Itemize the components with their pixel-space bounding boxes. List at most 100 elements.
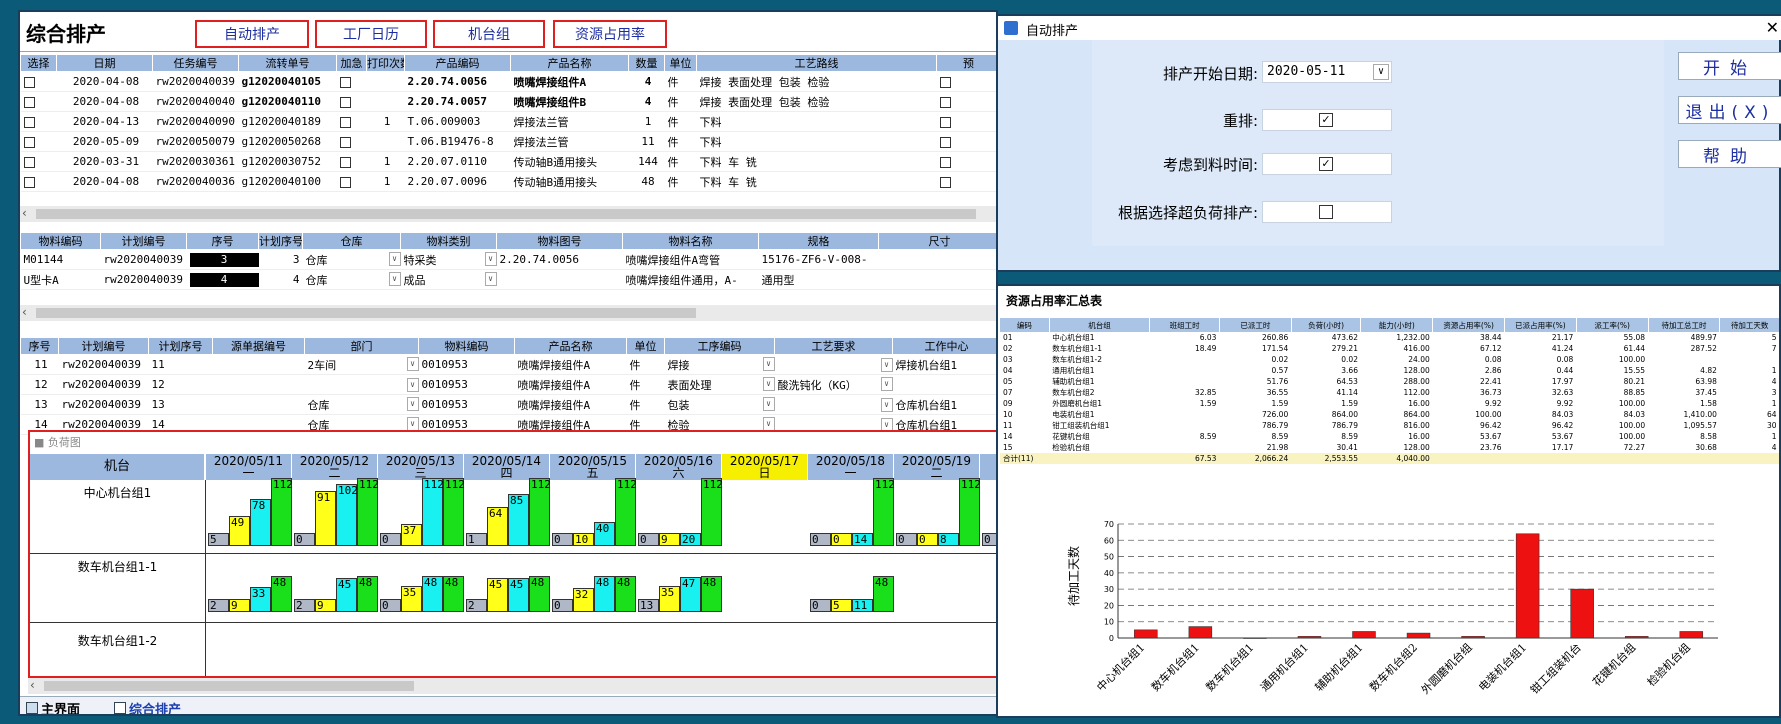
column-header[interactable]: 单位 (626, 337, 665, 355)
load-bar[interactable]: 64 (487, 507, 508, 546)
chart-bar[interactable] (1624, 636, 1649, 639)
urgent-checkbox[interactable] (339, 156, 351, 168)
warehouse-cell[interactable]: 仓库 ∨ (302, 269, 401, 290)
arrival-time-checkbox[interactable]: ✓ (1319, 157, 1333, 171)
table-row[interactable]: 04 通用机台组1 0.57 3.66 128.00 2.86 0.44 15.55 4.82 1 (1000, 365, 1779, 376)
row-checkbox[interactable] (939, 116, 951, 128)
extra-cell[interactable] (936, 171, 996, 192)
load-bar[interactable]: 48 (615, 576, 636, 612)
table-row[interactable]: 01 中心机台组1 6.03 260.86 473.62 1,232.00 38.44 21.… (1000, 332, 1779, 343)
table-row[interactable]: 03 数车机台组1-2 0.02 0.02 24.00 0.08 0.08 100.00 (1000, 354, 1779, 365)
start-button[interactable]: 开始 (1678, 52, 1781, 80)
load-bar[interactable]: 13 (638, 599, 659, 612)
chevron-down-icon[interactable]: ∨ (1373, 64, 1389, 80)
chevron-down-icon[interactable]: ∨ (406, 396, 419, 411)
category-cell[interactable]: 特采类 ∨ (400, 249, 497, 270)
column-header[interactable]: 产品编码 (404, 54, 511, 72)
column-header[interactable]: 流转单号 (238, 54, 337, 72)
row-checkbox[interactable] (939, 136, 951, 148)
select-cell[interactable] (20, 111, 57, 132)
tab-main[interactable]: 主界面 (26, 699, 80, 714)
column-header[interactable]: 源单据编号 (212, 337, 305, 355)
column-header[interactable]: 物料名称 (622, 232, 759, 250)
chart-bar[interactable] (1679, 631, 1704, 639)
chart-bar[interactable] (1134, 629, 1158, 639)
column-header[interactable]: 计划编号 (100, 232, 187, 250)
exit-button[interactable]: 退出(X) (1678, 96, 1781, 124)
start-date-field[interactable]: 2020-05-11 ∨ (1262, 61, 1392, 83)
sequence-cell[interactable]: 3 (186, 249, 259, 270)
load-bar[interactable]: 45 (336, 578, 357, 612)
load-bar[interactable]: 35 (401, 586, 422, 612)
auto-schedule-button[interactable]: 自动排产 (195, 20, 309, 48)
column-header[interactable]: 待加工天数 (1719, 318, 1779, 332)
column-header[interactable]: 计划编号 (58, 337, 149, 355)
overload-checkbox-field[interactable] (1262, 201, 1392, 223)
load-bar[interactable]: 48 (594, 576, 615, 612)
column-header[interactable]: 编码 (1000, 318, 1050, 332)
load-bar[interactable]: 40 (594, 522, 615, 546)
machine-group-button[interactable]: 机台组 (433, 20, 545, 48)
date-column-header[interactable]: 2020/05/16 六 (636, 454, 722, 480)
load-bar[interactable]: 2 (208, 599, 229, 612)
process-code-cell[interactable]: 表面处理 ∨ (664, 374, 775, 395)
load-bar[interactable]: 49 (229, 516, 250, 546)
extra-cell[interactable] (936, 91, 996, 112)
column-header[interactable]: 机台组 (1049, 318, 1151, 332)
column-header[interactable]: 已派工时 (1219, 318, 1292, 332)
column-header[interactable]: 派工率(%) (1576, 318, 1649, 332)
load-bar[interactable]: 112 (529, 478, 551, 546)
load-bar[interactable]: 45 (487, 578, 508, 612)
urgent-checkbox[interactable] (339, 76, 351, 88)
department-cell[interactable]: ∨ (304, 374, 419, 395)
extra-cell[interactable] (936, 71, 996, 92)
column-header[interactable]: 物料编码 (20, 232, 101, 250)
category-cell[interactable]: 成品 ∨ (400, 269, 497, 290)
load-bar[interactable]: 0 (810, 599, 831, 612)
load-bar[interactable]: 0 (380, 533, 401, 546)
warehouse-cell[interactable]: 仓库 ∨ (302, 249, 401, 270)
chevron-down-icon[interactable]: ∨ (388, 251, 401, 266)
process-requirement-cell[interactable]: 酸洗钝化（KG） ∨ (774, 374, 893, 395)
chevron-down-icon[interactable]: ∨ (762, 376, 775, 391)
date-column-header[interactable]: 2020/05/19 二 (894, 454, 980, 480)
table-row[interactable]: 05 辅助机台组1 51.76 64.53 288.00 22.41 17.97 80.21 6… (1000, 376, 1779, 387)
chevron-down-icon[interactable]: ∨ (406, 377, 419, 392)
select-cell[interactable] (20, 71, 57, 92)
chart-bar[interactable] (1515, 533, 1540, 639)
column-header[interactable]: 物料类别 (400, 232, 497, 250)
column-header[interactable]: 规格 (758, 232, 879, 250)
table-row[interactable]: 2020-04-08 rw2020040040 g12020040110 2.20.7… (20, 91, 996, 112)
extra-cell[interactable] (936, 111, 996, 132)
column-header[interactable]: 计划序号 (148, 337, 213, 355)
load-bar[interactable]: 48 (422, 576, 443, 612)
urgent-checkbox[interactable] (339, 116, 351, 128)
chevron-down-icon[interactable]: ∨ (388, 271, 401, 286)
load-bar[interactable]: 48 (357, 576, 378, 612)
column-header[interactable]: 选择 (20, 54, 57, 72)
factory-calendar-button[interactable]: 工厂日历 (315, 20, 427, 48)
process-requirement-cell[interactable]: ∨ (774, 354, 893, 375)
load-bar[interactable]: 112 (959, 478, 981, 546)
urgent-cell[interactable] (336, 171, 367, 192)
load-bar[interactable]: 14 (852, 533, 873, 546)
load-bar[interactable]: 0 (552, 533, 573, 546)
scroll-left-arrow-icon[interactable]: ‹ (22, 206, 27, 220)
table-row[interactable]: U型卡A rw2020040039 4 4 仓库 ∨ 成品 ∨ 喷嘴焊接组件通用，A- 通用型 (20, 269, 996, 290)
table-row[interactable]: 07 数车机台组2 32.85 36.55 41.14 112.00 36.73 32.63 8… (1000, 387, 1779, 398)
load-bar[interactable]: 9 (315, 599, 336, 612)
column-header[interactable]: 已派占用率(%) (1504, 318, 1577, 332)
select-checkbox[interactable] (23, 96, 35, 108)
select-cell[interactable] (20, 171, 57, 192)
table-row[interactable]: 2020-03-31 rw2020030361 g12020030752 1 2.20.… (20, 151, 996, 172)
column-header[interactable]: 工作中心 (892, 337, 996, 355)
load-bar[interactable]: 91 (315, 491, 336, 546)
column-header[interactable]: 物料编码 (418, 337, 515, 355)
row-checkbox[interactable] (939, 76, 951, 88)
chevron-down-icon[interactable]: ∨ (762, 356, 775, 371)
table-row[interactable]: 11 钳工组装机台组1 786.79 786.79 816.00 96.42 96.42 10… (1000, 420, 1779, 431)
date-column-header[interactable]: 2020/05/17 日 (722, 454, 808, 480)
table-row[interactable]: 13 rw2020040039 13 仓库 ∨ 0010953 喷嘴焊接组件A 件包装 ∨ ∨ 仓库… (20, 394, 996, 415)
load-bar[interactable]: 102 (336, 484, 358, 546)
load-bar[interactable]: 5 (208, 533, 229, 546)
